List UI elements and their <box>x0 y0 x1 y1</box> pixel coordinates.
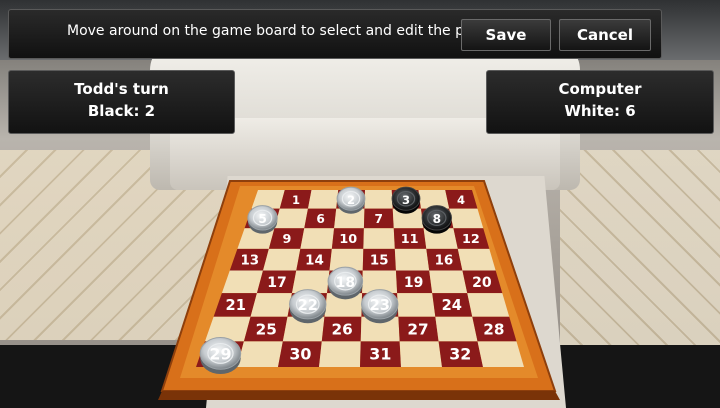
instruction-text: Move around on the game board to select … <box>67 23 505 39</box>
player-panel-right: Computer White: 6 <box>486 70 714 134</box>
cancel-button[interactable]: Cancel <box>559 19 651 51</box>
opponent-name: Computer <box>558 80 642 98</box>
black-score: Black: 2 <box>87 102 156 120</box>
floor-right <box>560 150 720 350</box>
save-button[interactable]: Save <box>461 19 551 51</box>
instruction-bar: Move around on the game board to select … <box>8 9 662 59</box>
player-panel-left: Todd's turn Black: 2 <box>8 70 235 134</box>
coffee-table <box>206 176 566 408</box>
background-scene <box>0 0 720 408</box>
turn-label: Todd's turn <box>74 80 169 98</box>
white-score: White: 6 <box>564 102 636 120</box>
